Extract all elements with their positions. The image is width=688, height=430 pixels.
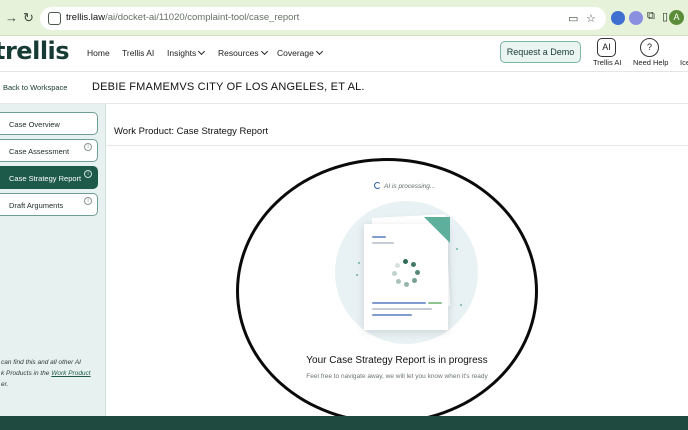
nav-trellis-ai[interactable]: Trellis AI xyxy=(122,48,154,58)
forward-icon[interactable]: → xyxy=(5,10,18,25)
sidebar-item-label: Case Assessment xyxy=(9,147,70,156)
work-product-link[interactable]: Work Product xyxy=(51,370,90,377)
sidebar: Case Overview Case Assessment i Case Str… xyxy=(0,104,106,416)
nav-coverage[interactable]: Coverage xyxy=(277,47,323,58)
back-to-workspace-link[interactable]: Back to Workspace xyxy=(3,83,67,92)
footer-bar xyxy=(0,416,688,430)
sidebar-item-label: Case Strategy Report xyxy=(9,174,82,183)
nav-resources[interactable]: Resources xyxy=(218,47,268,58)
info-icon[interactable]: i xyxy=(84,170,92,178)
profile-avatar[interactable]: A xyxy=(669,10,684,25)
chevron-down-icon xyxy=(315,47,323,56)
extension-icon[interactable] xyxy=(611,11,625,25)
chevron-down-icon xyxy=(260,47,268,56)
annotation-ellipse xyxy=(236,158,538,424)
work-product-header: Work Product: Case Strategy Report xyxy=(106,118,688,146)
chevron-down-icon xyxy=(198,47,206,56)
install-app-icon[interactable]: ▭ xyxy=(568,12,578,25)
address-bar[interactable]: trellis.law/ai/docket-ai/11020/complaint… xyxy=(40,7,606,30)
sidebar-icon[interactable]: ▯ xyxy=(662,10,668,23)
trellis-ai-label[interactable]: Trellis AI xyxy=(593,58,621,67)
browser-toolbar: → ↻ trellis.law/ai/docket-ai/11020/compl… xyxy=(0,0,688,36)
sidebar-item-draft-arguments[interactable]: Draft Arguments i xyxy=(0,193,98,216)
work-product-note: can find this and all other AI k Product… xyxy=(1,359,91,388)
question-icon[interactable]: ? xyxy=(640,38,659,57)
info-icon[interactable]: i xyxy=(84,143,92,151)
sidebar-item-case-strategy-report[interactable]: Case Strategy Report i xyxy=(0,166,98,189)
ai-icon[interactable]: AI xyxy=(597,38,616,57)
cut-off-label[interactable]: Ice xyxy=(680,58,688,67)
site-header: trellis Home Trellis AI Insights Resourc… xyxy=(0,36,688,72)
sidebar-item-case-overview[interactable]: Case Overview xyxy=(0,112,98,135)
site-settings-icon[interactable] xyxy=(48,12,61,25)
sidebar-item-label: Case Overview xyxy=(9,120,60,129)
nav-home[interactable]: Home xyxy=(87,48,110,58)
extensions-puzzle-icon[interactable]: ⧉ xyxy=(647,10,655,23)
extension-icon[interactable] xyxy=(629,11,643,25)
sidebar-item-label: Draft Arguments xyxy=(9,201,64,210)
bookmark-star-icon[interactable]: ☆ xyxy=(586,12,596,25)
trellis-logo[interactable]: trellis xyxy=(0,37,70,65)
info-icon[interactable]: i xyxy=(84,197,92,205)
url-text[interactable]: trellis.law/ai/docket-ai/11020/complaint… xyxy=(66,12,299,23)
case-bar: Back to Workspace DEBIE FMAMEMVS CITY OF… xyxy=(0,72,688,104)
case-title: DEBIE FMAMEMVS CITY OF LOS ANGELES, ET A… xyxy=(92,81,365,93)
page-title: Work Product: Case Strategy Report xyxy=(114,126,268,137)
need-help-label[interactable]: Need Help xyxy=(633,58,668,67)
request-demo-button[interactable]: Request a Demo xyxy=(500,41,581,63)
sidebar-item-case-assessment[interactable]: Case Assessment i xyxy=(0,139,98,162)
nav-insights[interactable]: Insights xyxy=(167,47,206,58)
reload-icon[interactable]: ↻ xyxy=(23,10,34,26)
